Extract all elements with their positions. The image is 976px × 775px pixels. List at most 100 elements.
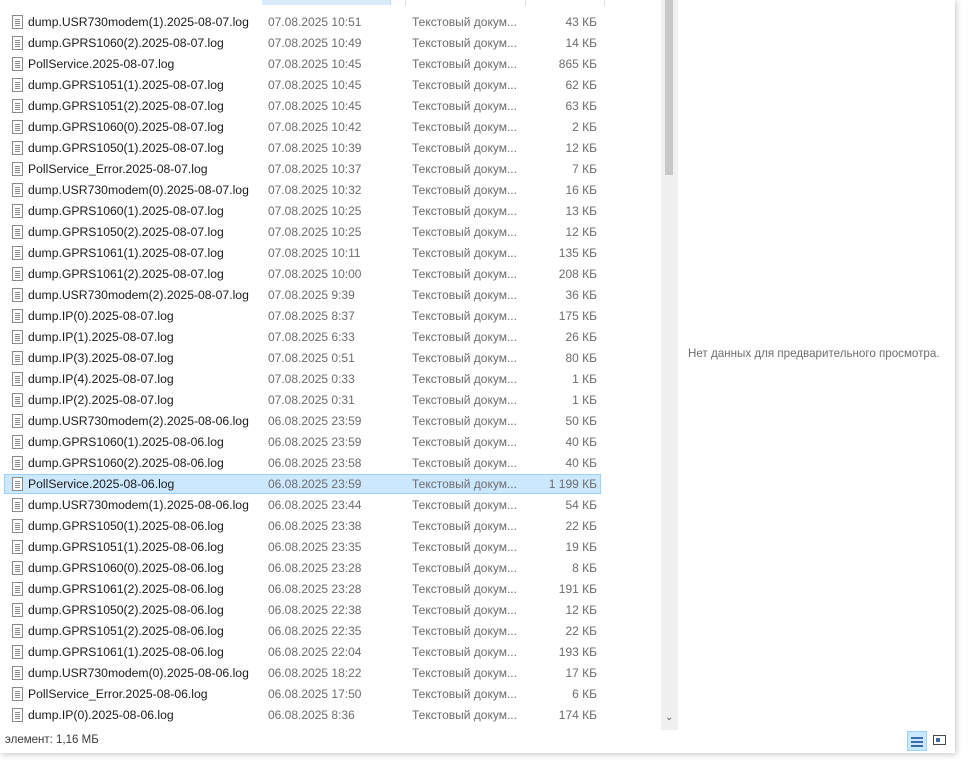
file-row[interactable]: dump.IP(2).2025-08-07.log 07.08.2025 0:31… (4, 390, 601, 410)
file-size: 26 КБ (565, 330, 597, 344)
file-row[interactable]: dump.GPRS1060(1).2025-08-06.log 06.08.202… (4, 432, 601, 452)
scrollbar-thumb[interactable] (665, 0, 673, 175)
file-row[interactable]: dump.GPRS1050(2).2025-08-06.log 06.08.202… (4, 600, 601, 620)
file-name: dump.GPRS1061(2).2025-08-06.log (28, 582, 224, 596)
file-row[interactable]: dump.GPRS1060(1).2025-08-07.log 07.08.202… (4, 201, 601, 221)
file-type: Текстовый докум... (412, 687, 517, 701)
file-row[interactable]: dump.GPRS1050(1).2025-08-06.log 06.08.202… (4, 516, 601, 536)
file-type: Текстовый докум... (412, 624, 517, 638)
file-row[interactable]: dump.GPRS1060(2).2025-08-06.log 06.08.202… (4, 453, 601, 473)
file-size: 193 КБ (558, 645, 597, 659)
file-size: 8 КБ (572, 561, 597, 575)
file-name: dump.GPRS1061(2).2025-08-07.log (28, 267, 224, 281)
file-row[interactable]: dump.IP(0).2025-08-07.log 07.08.2025 8:37… (4, 306, 601, 326)
file-date: 07.08.2025 10:45 (268, 99, 362, 113)
column-header[interactable] (0, 0, 660, 6)
file-row[interactable]: dump.GPRS1051(1).2025-08-07.log 07.08.202… (4, 75, 601, 95)
file-size: 54 КБ (565, 498, 597, 512)
column-divider[interactable] (604, 0, 605, 6)
details-view-icon (911, 737, 923, 739)
file-date: 07.08.2025 10:37 (268, 162, 362, 176)
file-row[interactable]: dump.IP(4).2025-08-07.log 07.08.2025 0:33… (4, 369, 601, 389)
file-row[interactable]: dump.USR730modem(1).2025-08-06.log 06.08.… (4, 495, 601, 515)
file-type: Текстовый докум... (412, 351, 517, 365)
status-bar: элемент: 1,16 МБ (0, 730, 955, 753)
file-list[interactable]: dump.USR730modem(1).2025-08-07.log 07.08.… (0, 12, 660, 730)
file-size: 135 КБ (558, 246, 597, 260)
file-row[interactable]: dump.GPRS1060(0).2025-08-06.log 06.08.202… (4, 558, 601, 578)
details-view-button[interactable] (907, 731, 927, 751)
file-type: Текстовый докум... (412, 267, 517, 281)
file-row[interactable]: dump.GPRS1051(2).2025-08-06.log 06.08.202… (4, 621, 601, 641)
file-type: Текстовый докум... (412, 582, 517, 596)
file-row[interactable]: dump.USR730modem(2).2025-08-07.log 07.08.… (4, 285, 601, 305)
file-date: 06.08.2025 17:50 (268, 687, 362, 701)
text-file-icon (12, 456, 23, 470)
file-row[interactable]: dump.USR730modem(0).2025-08-07.log 07.08.… (4, 180, 601, 200)
file-name: PollService_Error.2025-08-06.log (28, 687, 208, 701)
file-date: 06.08.2025 18:22 (268, 666, 362, 680)
file-type: Текстовый докум... (412, 498, 517, 512)
file-row[interactable]: dump.IP(1).2025-08-07.log 07.08.2025 6:33… (4, 327, 601, 347)
file-date: 07.08.2025 6:33 (268, 330, 355, 344)
file-row[interactable]: PollService.2025-08-06.log 06.08.2025 23:… (4, 474, 601, 494)
file-size: 12 КБ (565, 603, 597, 617)
file-row[interactable]: dump.IP(3).2025-08-07.log 07.08.2025 0:51… (4, 348, 601, 368)
file-name: dump.GPRS1050(1).2025-08-06.log (28, 519, 224, 533)
file-row[interactable]: dump.USR730modem(1).2025-08-07.log 07.08.… (4, 12, 601, 32)
sorted-column-header[interactable] (262, 0, 391, 5)
text-file-icon (12, 183, 23, 197)
file-row[interactable]: dump.GPRS1051(2).2025-08-07.log 07.08.202… (4, 96, 601, 116)
file-row[interactable]: dump.GPRS1050(1).2025-08-07.log 07.08.202… (4, 138, 601, 158)
file-name: PollService.2025-08-06.log (28, 477, 175, 491)
file-row[interactable]: dump.USR730modem(2).2025-08-06.log 06.08.… (4, 411, 601, 431)
file-type: Текстовый докум... (412, 120, 517, 134)
file-date: 06.08.2025 22:04 (268, 645, 362, 659)
column-divider[interactable] (525, 0, 526, 6)
file-size: 40 КБ (565, 435, 597, 449)
explorer-window: dump.USR730modem(1).2025-08-07.log 07.08.… (0, 0, 955, 753)
file-date: 07.08.2025 10:39 (268, 141, 362, 155)
file-row[interactable]: dump.GPRS1061(1).2025-08-07.log 07.08.202… (4, 243, 601, 263)
file-row[interactable]: dump.GPRS1060(0).2025-08-07.log 07.08.202… (4, 117, 601, 137)
file-row[interactable]: dump.GPRS1051(1).2025-08-06.log 06.08.202… (4, 537, 601, 557)
file-row[interactable]: PollService_Error.2025-08-06.log 06.08.20… (4, 684, 601, 704)
file-size: 22 КБ (565, 519, 597, 533)
text-file-icon (12, 582, 23, 596)
file-type: Текстовый докум... (412, 708, 517, 722)
file-name: dump.GPRS1050(2).2025-08-07.log (28, 225, 224, 239)
large-icons-view-button[interactable] (930, 731, 950, 751)
file-date: 07.08.2025 8:37 (268, 309, 355, 323)
file-row[interactable]: PollService.2025-08-07.log 07.08.2025 10:… (4, 54, 601, 74)
text-file-icon (12, 666, 23, 680)
file-row[interactable]: dump.GPRS1061(1).2025-08-06.log 06.08.202… (4, 642, 601, 662)
file-name: dump.USR730modem(1).2025-08-06.log (28, 498, 249, 512)
file-size: 50 КБ (565, 414, 597, 428)
text-file-icon (12, 99, 23, 113)
file-size: 43 КБ (565, 15, 597, 29)
file-size: 1 199 КБ (548, 477, 597, 491)
file-row[interactable]: dump.GPRS1050(2).2025-08-07.log 07.08.202… (4, 222, 601, 242)
file-name: dump.GPRS1061(1).2025-08-07.log (28, 246, 224, 260)
file-row[interactable]: dump.GPRS1060(2).2025-08-07.log 07.08.202… (4, 33, 601, 53)
file-row[interactable]: dump.IP(0).2025-08-06.log 06.08.2025 8:36… (4, 705, 601, 725)
file-name: dump.GPRS1060(2).2025-08-07.log (28, 36, 224, 50)
vertical-scrollbar[interactable]: ⌄ (661, 0, 678, 730)
file-date: 06.08.2025 23:35 (268, 540, 362, 554)
file-type: Текстовый докум... (412, 561, 517, 575)
file-type: Текстовый докум... (412, 78, 517, 92)
text-file-icon (12, 141, 23, 155)
file-name: PollService.2025-08-07.log (28, 57, 175, 71)
chevron-down-icon[interactable]: ⌄ (665, 713, 673, 723)
text-file-icon (12, 246, 23, 260)
column-divider[interactable] (405, 0, 406, 6)
file-name: dump.GPRS1050(2).2025-08-06.log (28, 603, 224, 617)
file-type: Текстовый докум... (412, 246, 517, 260)
file-date: 07.08.2025 0:31 (268, 393, 355, 407)
file-row[interactable]: dump.GPRS1061(2).2025-08-07.log 07.08.202… (4, 264, 601, 284)
file-row[interactable]: PollService_Error.2025-08-07.log 07.08.20… (4, 159, 601, 179)
file-name: dump.IP(0).2025-08-06.log (28, 708, 174, 722)
file-row[interactable]: dump.GPRS1061(2).2025-08-06.log 06.08.202… (4, 579, 601, 599)
text-file-icon (12, 498, 23, 512)
file-row[interactable]: dump.USR730modem(0).2025-08-06.log 06.08.… (4, 663, 601, 683)
